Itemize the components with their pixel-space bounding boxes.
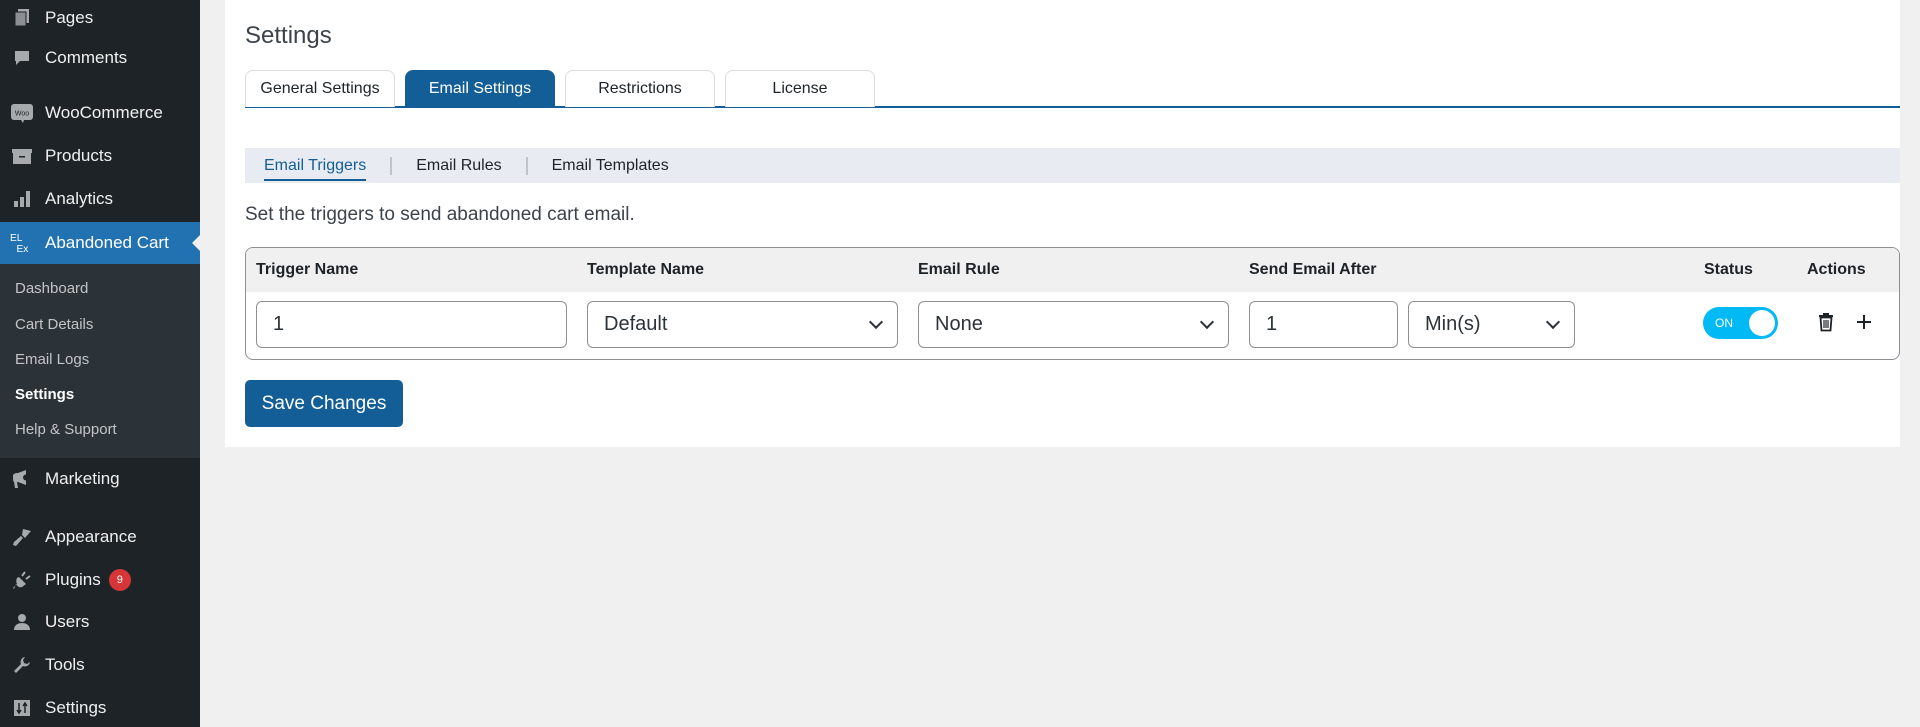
settings-panel: Settings General Settings Email Settings… [225,0,1900,447]
sidebar-item-analytics[interactable]: Analytics [0,181,200,217]
header-actions: Actions [1807,261,1866,278]
template-name-select[interactable]: Default [587,301,898,348]
sidebar-item-label: Users [45,612,90,631]
sidebar-item-label: Marketing [45,469,120,488]
sidebar-item-label: Analytics [45,189,114,208]
sidebar-item-appearance[interactable]: Appearance [0,519,200,555]
trigger-name-input[interactable]: 1 [256,301,567,348]
tab-license[interactable]: License [725,70,875,107]
status-toggle[interactable]: ON [1703,307,1778,339]
section-description: Set the triggers to send abandoned cart … [245,204,635,225]
sidebar-item-settings[interactable]: Settings [0,690,200,726]
tab-general-settings[interactable]: General Settings [245,70,395,107]
sidebar-item-woocommerce[interactable]: Woo WooCommerce [0,95,200,131]
toggle-label: ON [1715,316,1733,330]
settings-icon [10,696,34,720]
submenu-help-support[interactable]: Help & Support [15,421,117,438]
sidebar-item-plugins[interactable]: Plugins 9 [0,562,200,598]
active-indicator [192,235,200,251]
header-email-rule: Email Rule [918,261,1000,278]
send-after-unit-value: Min(s) [1425,313,1481,335]
sidebar-item-label: Abandoned Cart [45,233,169,252]
sidebar-item-pages[interactable]: Pages [0,0,200,36]
sidebar-item-label: Pages [45,8,94,27]
sidebar-item-label: Settings [45,698,107,717]
header-status: Status [1704,261,1753,278]
send-after-value-input[interactable]: 1 [1249,301,1398,348]
email-settings-subnav: Email Triggers Email Rules Email Templat… [245,148,1900,183]
subnav-email-templates[interactable]: Email Templates [552,157,669,175]
chevron-down-icon [1199,314,1215,329]
sidebar-item-label: Plugins [45,570,101,589]
email-rule-select[interactable]: None [918,301,1229,348]
header-send-email-after: Send Email After [1249,261,1377,278]
header-trigger-name: Trigger Name [256,261,359,278]
svg-text:Ex: Ex [16,244,28,255]
products-icon [10,144,34,168]
brush-icon [10,525,34,549]
toggle-knob [1749,310,1775,336]
sidebar-item-products[interactable]: Products [0,138,200,174]
plugins-update-badge: 9 [108,569,131,591]
sidebar-item-abandoned-cart[interactable]: EL Ex Abandoned Cart [0,222,200,264]
submenu-dashboard[interactable]: Dashboard [15,280,88,297]
add-trigger-button[interactable] [1852,310,1876,334]
admin-sidebar: Pages Comments Woo WooCommerce Products … [0,0,200,727]
pages-icon [10,6,34,30]
comments-icon [10,46,34,70]
email-triggers-table: Trigger Name Template Name Email Rule Se… [245,247,1900,360]
table-header: Trigger Name Template Name Email Rule Se… [246,248,1899,292]
subnav-divider [525,156,528,175]
sidebar-item-comments[interactable]: Comments [0,40,200,76]
user-icon [10,610,34,634]
abandoned-cart-submenu: Dashboard Cart Details Email Logs Settin… [0,264,200,458]
elex-icon: EL Ex [10,231,34,255]
submenu-settings[interactable]: Settings [15,386,74,403]
sidebar-item-marketing[interactable]: Marketing [0,461,200,497]
save-changes-button[interactable]: Save Changes [245,380,403,427]
submenu-cart-details[interactable]: Cart Details [15,316,93,333]
megaphone-icon [10,467,34,491]
page-title: Settings [245,22,332,49]
tab-email-settings[interactable]: Email Settings [405,70,555,107]
email-rule-value: None [935,313,983,335]
sidebar-item-label: Tools [45,655,85,674]
sidebar-item-label: Comments [45,48,128,67]
sidebar-item-label: WooCommerce [45,103,163,122]
analytics-icon [10,187,34,211]
send-after-value: 1 [1266,313,1278,335]
tab-restrictions[interactable]: Restrictions [565,70,715,107]
chevron-down-icon [1545,314,1561,329]
settings-tabs: General Settings Email Settings Restrict… [245,70,1900,108]
trigger-name-value: 1 [273,313,285,335]
sidebar-item-tools[interactable]: Tools [0,647,200,683]
submenu-email-logs[interactable]: Email Logs [15,351,89,368]
subnav-divider [390,156,393,175]
subnav-email-rules[interactable]: Email Rules [416,157,501,175]
sidebar-item-label: Appearance [45,527,137,546]
svg-text:EL: EL [10,233,23,244]
send-after-unit-select[interactable]: Min(s) [1408,301,1575,348]
sidebar-item-users[interactable]: Users [0,604,200,640]
woocommerce-icon: Woo [10,101,34,125]
delete-trigger-button[interactable] [1814,310,1838,334]
trash-icon [1819,313,1833,332]
plugin-icon [10,568,34,592]
template-name-value: Default [604,313,668,335]
plus-icon [1857,315,1871,329]
subnav-email-triggers[interactable]: Email Triggers [264,157,367,181]
sidebar-item-label: Products [45,146,113,165]
wrench-icon [10,653,34,677]
chevron-down-icon [868,314,884,329]
svg-text:Woo: Woo [15,111,29,118]
header-template-name: Template Name [587,261,705,278]
